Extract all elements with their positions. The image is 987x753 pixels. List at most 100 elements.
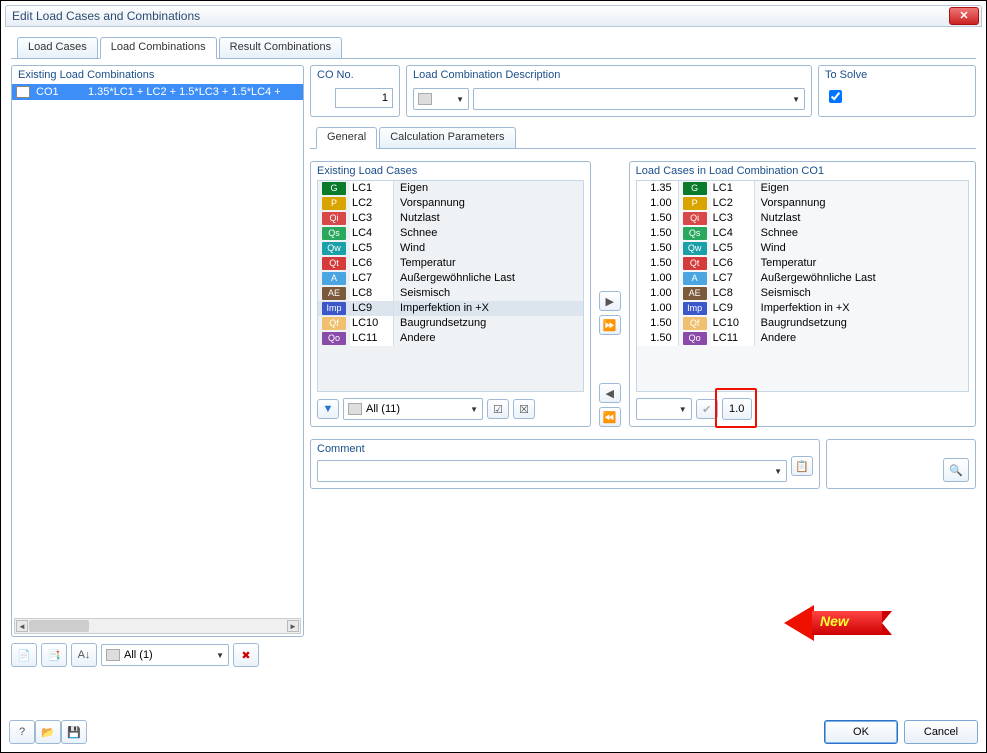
combo-loadcase-row[interactable]: 1.50QfLC10Baugrundsetzung (637, 316, 968, 331)
existing-loadcases-list[interactable]: GLC1EigenPLC2VorspannungQiLC3NutzlastQsL… (317, 180, 584, 392)
tab-load-cases[interactable]: Load Cases (17, 37, 98, 59)
existing-combinations-title: Existing Load Combinations (12, 65, 303, 83)
combo-loadcase-row[interactable]: 1.35GLC1Eigen (637, 181, 968, 196)
category-badge: Qo (683, 332, 707, 345)
comment-dropdown[interactable]: ▼ (317, 460, 787, 482)
factor-cell: 1.50 (637, 226, 679, 241)
existing-combination-row[interactable]: CO1 1.35*LC1 + LC2 + 1.5*LC3 + 1.5*LC4 + (12, 84, 303, 100)
loadcase-row[interactable]: QsLC4Schnee (318, 226, 583, 241)
combo-loadcases-group: Load Cases in Load Combination CO1 1.35G… (629, 161, 976, 427)
existing-loadcases-title: Existing Load Cases (317, 165, 584, 179)
ok-button[interactable]: OK (824, 720, 898, 744)
filter-button[interactable]: ▼ (317, 399, 339, 419)
open-button[interactable]: 📂 (35, 720, 61, 744)
loadcase-row[interactable]: QiLC3Nutzlast (318, 211, 583, 226)
set-factor-one-button[interactable]: 1.0 (722, 398, 752, 420)
loadcase-row[interactable]: QtLC6Temperatur (318, 256, 583, 271)
combo-loadcase-row[interactable]: 1.50QtLC6Temperatur (637, 256, 968, 271)
lc-id: LC6 (350, 256, 394, 271)
combo-loadcase-row[interactable]: 1.00ALC7Außergewöhnliche Last (637, 271, 968, 286)
loadcase-row[interactable]: PLC2Vorspannung (318, 196, 583, 211)
sort-co-button[interactable]: A↓ (71, 643, 97, 667)
lc-name: Schnee (755, 226, 968, 241)
factor-dropdown[interactable]: ▼ (636, 398, 692, 420)
category-badge: Qf (683, 317, 707, 330)
apply-factor-button[interactable]: ✔ (696, 399, 718, 419)
combo-loadcase-row[interactable]: 1.00ImpLC9Imperfektion in +X (637, 301, 968, 316)
tab-load-combinations[interactable]: Load Combinations (100, 37, 217, 59)
loadcase-row[interactable]: ALC7Außergewöhnliche Last (318, 271, 583, 286)
remove-one-button[interactable]: ◀ (599, 383, 621, 403)
lcd-type-dropdown[interactable]: ▼ (413, 88, 469, 110)
scroll-thumb[interactable] (29, 620, 89, 632)
loadcase-row[interactable]: AELC8Seismisch (318, 286, 583, 301)
h-scrollbar[interactable]: ◄ ► (14, 618, 301, 634)
loadcase-row[interactable]: QwLC5Wind (318, 241, 583, 256)
combo-loadcases-list[interactable]: 1.35GLC1Eigen1.00PLC2Vorspannung1.50QiLC… (636, 180, 969, 392)
lc-name: Vorspannung (394, 196, 583, 211)
add-one-button[interactable]: ▶ (599, 291, 621, 311)
tab-general[interactable]: General (316, 127, 377, 149)
details-button[interactable]: 🔍 (943, 458, 969, 482)
combo-loadcase-row[interactable]: 1.00PLC2Vorspannung (637, 196, 968, 211)
help-button[interactable]: ? (9, 720, 35, 744)
remove-all-button[interactable]: ⏪ (599, 407, 621, 427)
new-co-button[interactable]: 📄 (11, 643, 37, 667)
scroll-left-icon[interactable]: ◄ (16, 620, 28, 632)
loadcase-row[interactable]: GLC1Eigen (318, 181, 583, 196)
add-all-button[interactable]: ⏩ (599, 315, 621, 335)
combo-loadcase-row[interactable]: 1.50QsLC4Schnee (637, 226, 968, 241)
left-filter-label: All (1) (124, 649, 153, 661)
cancel-button[interactable]: Cancel (904, 720, 978, 744)
combo-loadcase-row[interactable]: 1.00AELC8Seismisch (637, 286, 968, 301)
select-all-button[interactable]: ☑ (487, 399, 509, 419)
combo-loadcase-row[interactable]: 1.50QwLC5Wind (637, 241, 968, 256)
lc-name: Nutzlast (394, 211, 583, 226)
factor-cell: 1.00 (637, 196, 679, 211)
left-filter-dropdown[interactable]: All (1) ▼ (101, 644, 229, 666)
combo-loadcase-row[interactable]: 1.50QoLC11Andere (637, 331, 968, 346)
solve-group: To Solve (818, 65, 976, 117)
category-badge: AE (322, 287, 346, 300)
close-button[interactable]: ✕ (949, 7, 979, 25)
lc-id: LC1 (711, 181, 755, 196)
category-badge: AE (683, 287, 707, 300)
lc-name: Andere (755, 331, 968, 346)
lc-name: Eigen (755, 181, 968, 196)
tab-result-combinations[interactable]: Result Combinations (219, 37, 343, 59)
loadcase-row[interactable]: ImpLC9Imperfektion in +X (318, 301, 583, 316)
lc-name: Außergewöhnliche Last (394, 271, 583, 286)
lc-name: Baugrundsetzung (755, 316, 968, 331)
category-badge: Qw (683, 242, 707, 255)
comment-lib-button[interactable]: 📋 (791, 456, 813, 476)
tab-calc-params[interactable]: Calculation Parameters (379, 127, 515, 149)
lc-name: Imperfektion in +X (755, 301, 968, 316)
solve-checkbox[interactable] (829, 90, 842, 103)
lc-name: Nutzlast (755, 211, 968, 226)
lc-id: LC5 (711, 241, 755, 256)
factor-cell: 1.50 (637, 316, 679, 331)
lc-name: Wind (394, 241, 583, 256)
category-badge: A (322, 272, 346, 285)
loadcase-row[interactable]: QfLC10Baugrundsetzung (318, 316, 583, 331)
combo-loadcase-row[interactable]: 1.50QiLC3Nutzlast (637, 211, 968, 226)
delete-co-button[interactable]: ✖ (233, 643, 259, 667)
lcd-label: Load Combination Description (413, 69, 560, 81)
co-no-input[interactable] (335, 88, 393, 108)
loadcase-row[interactable]: QoLC11Andere (318, 331, 583, 346)
lcd-desc-dropdown[interactable]: ▼ (473, 88, 805, 110)
co-type-icon (16, 86, 30, 98)
co-id: CO1 (36, 86, 88, 98)
scroll-right-icon[interactable]: ► (287, 620, 299, 632)
lc-id: LC2 (350, 196, 394, 211)
copy-co-button[interactable]: 📑 (41, 643, 67, 667)
comment-label: Comment (317, 443, 365, 455)
select-multi-button[interactable]: ☒ (513, 399, 535, 419)
lc-id: LC11 (711, 331, 755, 346)
co-no-group: CO No. (310, 65, 400, 117)
save-button[interactable]: 💾 (61, 720, 87, 744)
category-badge: Qi (322, 212, 346, 225)
swatch-icon (348, 403, 362, 415)
lc-filter-dropdown[interactable]: All (11) ▼ (343, 398, 483, 420)
titlebar: Edit Load Cases and Combinations ✕ (5, 5, 982, 27)
